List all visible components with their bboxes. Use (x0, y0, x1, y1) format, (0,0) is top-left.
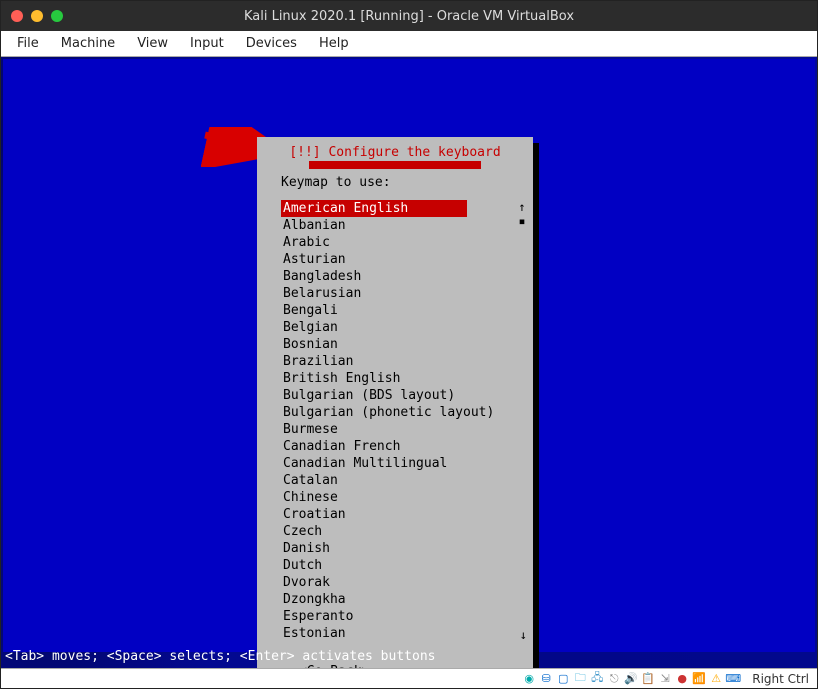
titlebar: Kali Linux 2020.1 [Running] - Oracle VM … (1, 1, 817, 31)
minimize-window-button[interactable] (31, 10, 43, 22)
dialog-title: [!!] Configure the keyboard (267, 145, 523, 160)
menu-file[interactable]: File (7, 34, 49, 53)
display-icon[interactable]: ▢ (556, 672, 570, 686)
audio-icon[interactable]: 🔊 (624, 672, 638, 686)
keymap-option[interactable]: Belarusian (281, 285, 523, 302)
menubar: File Machine View Input Devices Help (1, 31, 817, 57)
keymap-option[interactable]: Estonian (281, 625, 523, 642)
keymap-option[interactable]: Brazilian (281, 353, 523, 370)
scroll-down-indicator: ↓ (520, 628, 527, 642)
status-icon-tray: ◉ ⛁ ▢ 🗀 🖧 ⎋ 🔊 📋 ⇲ ● 📶 ⚠ ⌨ (522, 672, 740, 686)
keymap-option[interactable]: Catalan (281, 472, 523, 489)
signal-icon[interactable]: 📶 (692, 672, 706, 686)
keymap-option[interactable]: Bangladesh (281, 268, 523, 285)
keymap-option[interactable]: Albanian (281, 217, 523, 234)
keymap-list[interactable]: ↑▪ American EnglishAlbanianArabicAsturia… (281, 200, 523, 642)
keymap-option[interactable]: Bulgarian (phonetic layout) (281, 404, 523, 421)
keymap-option[interactable]: Dvorak (281, 574, 523, 591)
keymap-option[interactable]: Dutch (281, 557, 523, 574)
keyboard-capture-icon[interactable]: ⌨ (726, 672, 740, 686)
keymap-option[interactable]: American English (281, 200, 467, 217)
drag-drop-icon[interactable]: ⇲ (658, 672, 672, 686)
keymap-option[interactable]: Chinese (281, 489, 523, 506)
network-icon[interactable]: 🖧 (590, 672, 604, 686)
menu-help[interactable]: Help (309, 34, 359, 53)
keymap-option[interactable]: Croatian (281, 506, 523, 523)
vm-display[interactable]: [!!] Configure the keyboard Keymap to us… (1, 57, 817, 668)
maximize-window-button[interactable] (51, 10, 63, 22)
menu-view[interactable]: View (127, 34, 178, 53)
keymap-option[interactable]: British English (281, 370, 523, 387)
usb-icon[interactable]: ⎋ (607, 672, 621, 686)
keymap-option[interactable]: Burmese (281, 421, 523, 438)
keymap-option[interactable]: Canadian French (281, 438, 523, 455)
keymap-option[interactable]: Bulgarian (BDS layout) (281, 387, 523, 404)
keymap-option[interactable]: Dzongkha (281, 591, 523, 608)
keymap-option[interactable]: Arabic (281, 234, 523, 251)
title-underline (309, 161, 481, 169)
scroll-up-indicator: ↑▪ (517, 200, 527, 228)
warning-icon[interactable]: ⚠ (709, 672, 723, 686)
hard-disk-icon[interactable]: ⛁ (539, 672, 553, 686)
keymap-option[interactable]: Belgian (281, 319, 523, 336)
recording-icon[interactable]: ● (675, 672, 689, 686)
shared-folder-icon[interactable]: 🗀 (573, 672, 587, 686)
clipboard-icon[interactable]: 📋 (641, 672, 655, 686)
host-key-label: Right Ctrl (752, 672, 809, 686)
statusbar: ◉ ⛁ ▢ 🗀 🖧 ⎋ 🔊 📋 ⇲ ● 📶 ⚠ ⌨ Right Ctrl (1, 668, 817, 688)
keymap-option[interactable]: Canadian Multilingual (281, 455, 523, 472)
close-window-button[interactable] (11, 10, 23, 22)
menu-devices[interactable]: Devices (236, 34, 307, 53)
keymap-option[interactable]: Czech (281, 523, 523, 540)
go-back-button[interactable]: <Go Back> (299, 664, 523, 668)
menu-machine[interactable]: Machine (51, 34, 125, 53)
menu-input[interactable]: Input (180, 34, 234, 53)
navigation-hint: <Tab> moves; <Space> selects; <Enter> ac… (5, 649, 435, 664)
dialog-prompt: Keymap to use: (281, 175, 523, 190)
window-title: Kali Linux 2020.1 [Running] - Oracle VM … (244, 9, 574, 24)
keymap-option[interactable]: Bosnian (281, 336, 523, 353)
keyboard-config-dialog: [!!] Configure the keyboard Keymap to us… (257, 137, 533, 668)
optical-drive-icon[interactable]: ◉ (522, 672, 536, 686)
keymap-option[interactable]: Asturian (281, 251, 523, 268)
keymap-option[interactable]: Danish (281, 540, 523, 557)
app-window: Kali Linux 2020.1 [Running] - Oracle VM … (0, 0, 818, 689)
keymap-option[interactable]: Bengali (281, 302, 523, 319)
keymap-option[interactable]: Esperanto (281, 608, 523, 625)
